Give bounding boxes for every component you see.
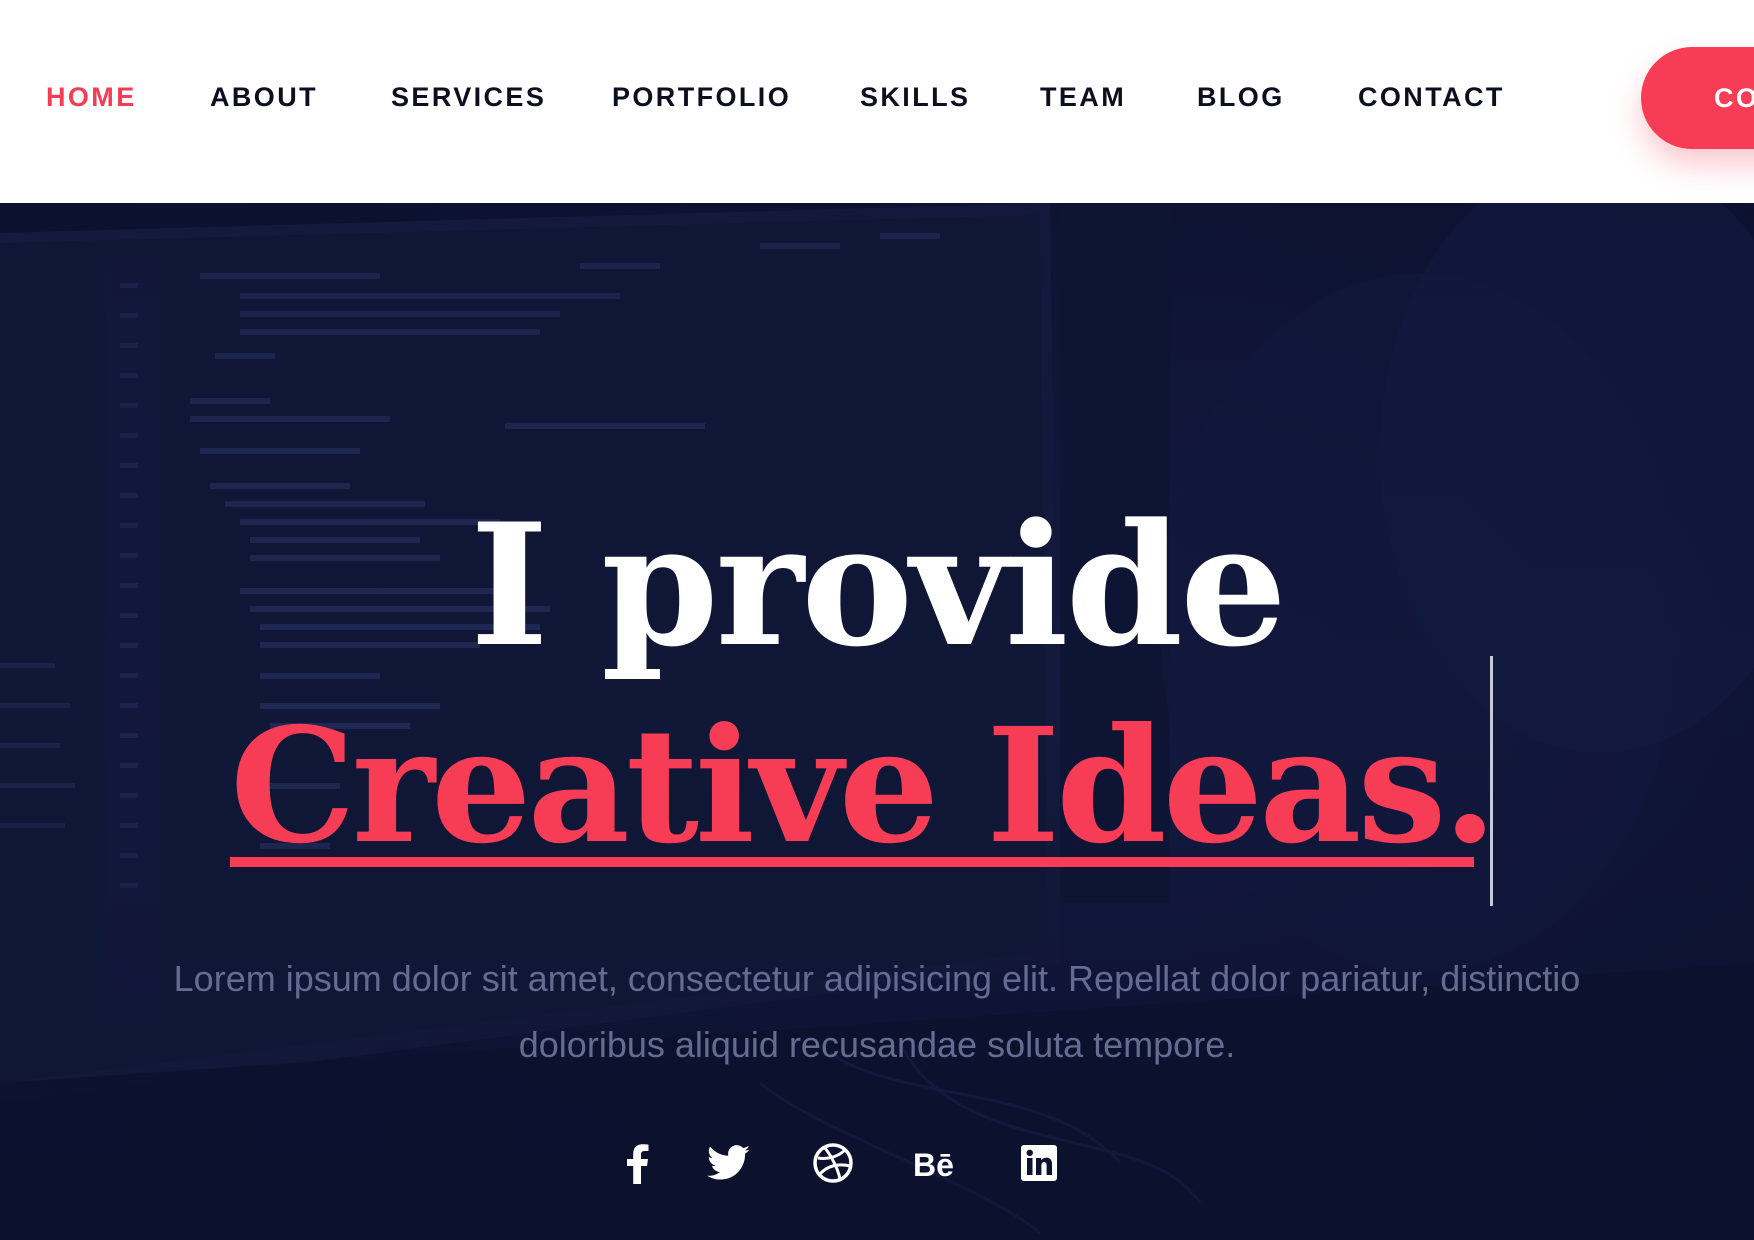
hero-section: I provide Creative Ideas. Lorem ipsum do… — [0, 203, 1754, 1240]
linkedin-icon[interactable] — [1011, 1135, 1067, 1191]
site-header: HOME ABOUT SERVICES PORTFOLIO SKILLS TEA… — [0, 0, 1754, 203]
facebook-icon[interactable] — [609, 1135, 665, 1191]
nav-item-portfolio[interactable]: PORTFOLIO — [612, 80, 791, 114]
nav-item-services[interactable]: SERVICES — [391, 80, 546, 114]
headline-underline — [230, 857, 1474, 867]
nav-item-contact[interactable]: CONTACT — [1358, 80, 1505, 114]
headline-line-2: Creative Ideas. — [230, 694, 1497, 879]
hero-description: Lorem ipsum dolor sit amet, consectetur … — [173, 958, 1581, 1065]
nav-item-skills[interactable]: SKILLS — [860, 80, 970, 114]
typing-cursor — [1490, 656, 1493, 906]
contact-cta-button[interactable]: CO — [1641, 47, 1754, 149]
behance-icon[interactable]: Bē — [909, 1135, 965, 1191]
nav-item-blog[interactable]: BLOG — [1197, 80, 1285, 114]
dribbble-icon[interactable] — [805, 1135, 861, 1191]
nav-item-home[interactable]: HOME — [46, 80, 137, 114]
headline-line-1: I provide — [470, 486, 1287, 684]
nav-item-about[interactable]: ABOUT — [210, 80, 318, 114]
svg-text:Bē: Bē — [913, 1147, 954, 1180]
headline-line-2-wrapper: Creative Ideas. — [230, 694, 1497, 897]
nav-item-team[interactable]: TEAM — [1040, 80, 1126, 114]
main-nav: HOME ABOUT SERVICES PORTFOLIO SKILLS TEA… — [0, 0, 1754, 196]
social-links: Bē — [0, 1135, 1754, 1191]
twitter-icon[interactable] — [701, 1135, 757, 1191]
